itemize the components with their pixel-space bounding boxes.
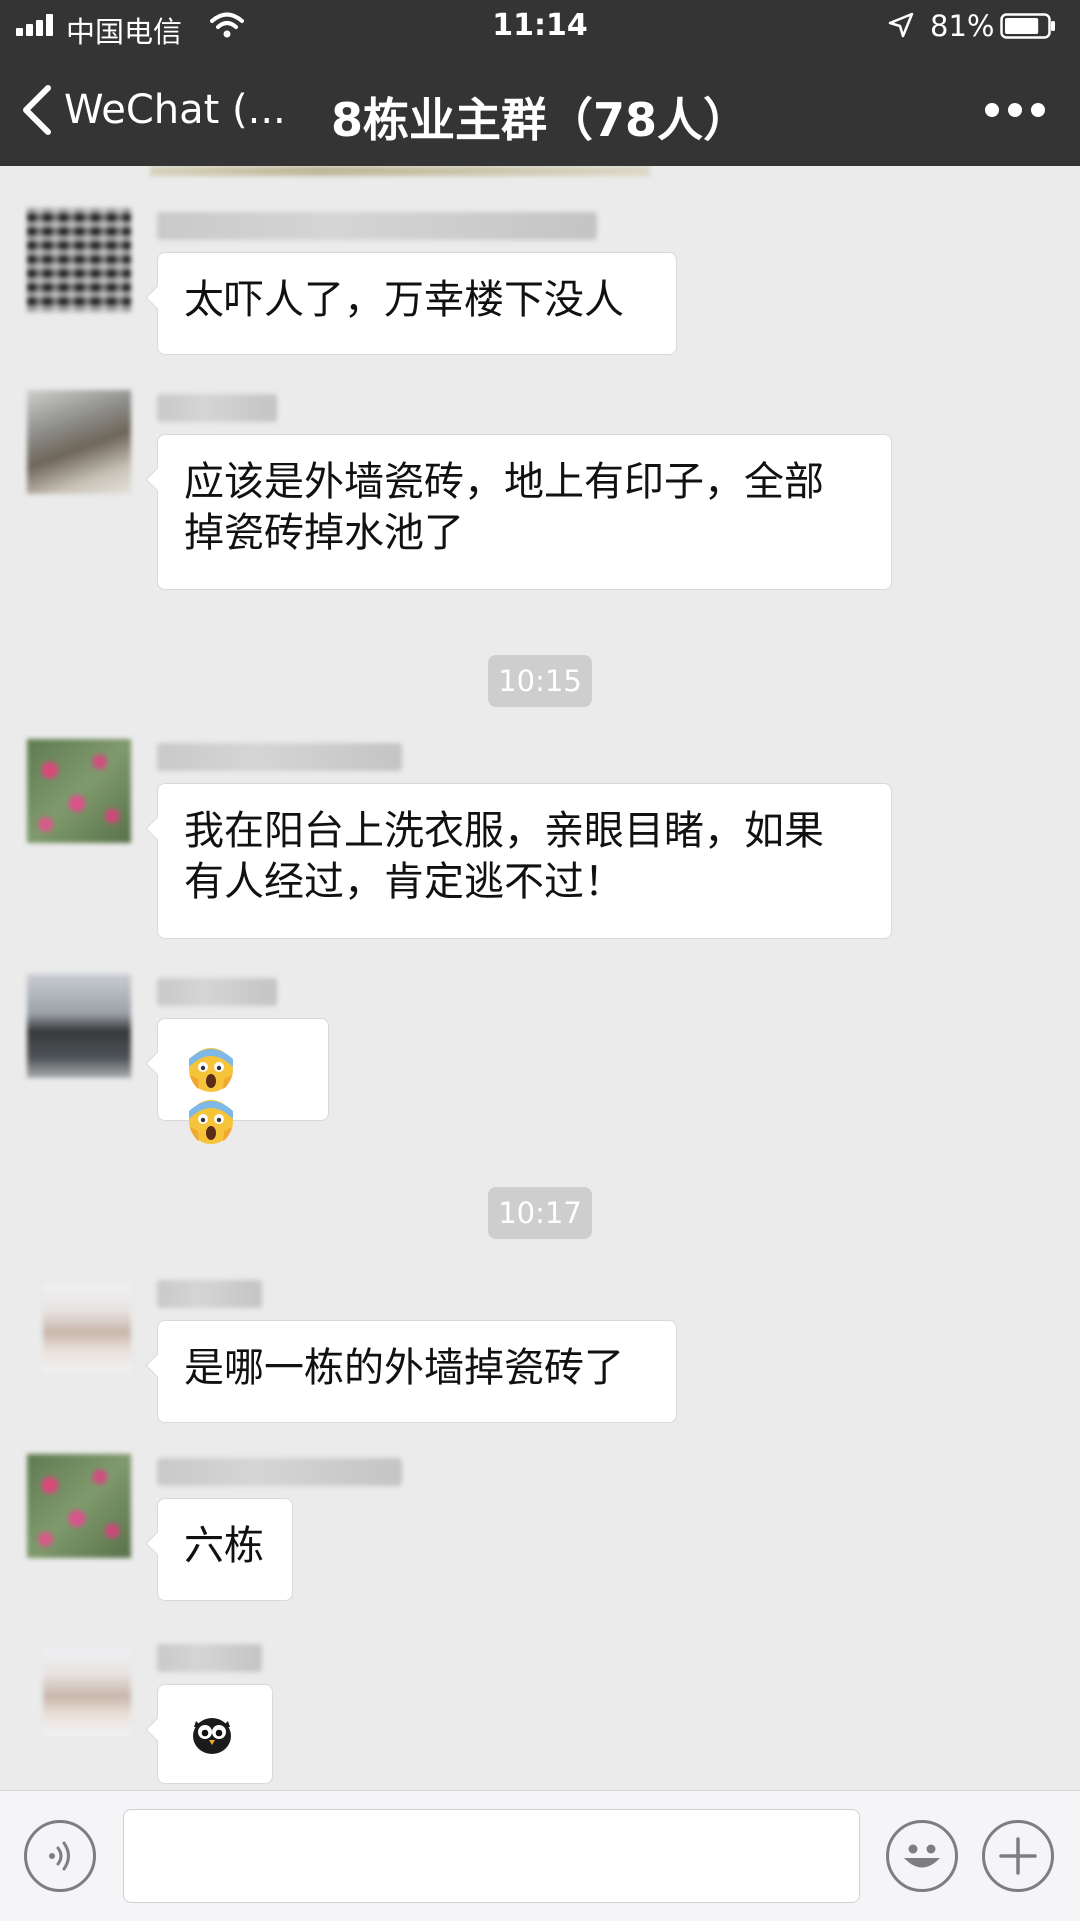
- status-time: 11:14: [492, 8, 588, 43]
- top-bar: 中国电信 11:14 81% WeChat (... 8栋业主群（78人）: [0, 0, 1080, 166]
- dark-person-avatar[interactable]: [27, 974, 131, 1078]
- flowers-avatar[interactable]: [27, 1454, 131, 1558]
- message-text: 是哪一栋的外墙掉瓷砖了: [184, 1345, 624, 1391]
- emoji-button[interactable]: [886, 1820, 958, 1892]
- message-bubble[interactable]: 应该是外墙瓷砖，地上有印子，全部 掉瓷砖掉水池了: [157, 434, 892, 590]
- message-bubble[interactable]: 我在阳台上洗衣服，亲眼目睹，如果 有人经过，肯定逃不过！: [157, 783, 892, 939]
- sender-name-blurred: [157, 1458, 402, 1486]
- screaming-face-emoji: [189, 1048, 233, 1092]
- message-text: 应该是外墙瓷砖，地上有印子，全部: [184, 459, 824, 505]
- sender-name-blurred: [157, 978, 277, 1006]
- message-bubble[interactable]: [157, 1018, 329, 1144]
- girl-avatar[interactable]: [43, 1648, 131, 1736]
- message-bubble[interactable]: 六栋: [157, 1498, 293, 1601]
- owl-sticker: [193, 1718, 231, 1754]
- emoji-icon: [904, 1844, 940, 1868]
- screaming-face-emoji: [189, 1100, 233, 1144]
- message-text: 我在阳台上洗衣服，亲眼目睹，如果: [184, 808, 824, 854]
- nav-bar: WeChat (... 8栋业主群（78人）: [0, 54, 1080, 166]
- message-input[interactable]: [123, 1809, 860, 1903]
- battery-percent: 81%: [930, 9, 995, 43]
- message-text: 有人经过，肯定逃不过！: [184, 859, 624, 905]
- more-button[interactable]: [985, 94, 1045, 126]
- plus-icon: [999, 1837, 1037, 1875]
- input-bar: [0, 1790, 1080, 1921]
- battery-icon: [1000, 13, 1055, 39]
- plus-button[interactable]: [982, 1820, 1054, 1892]
- person-avatar[interactable]: [27, 390, 131, 494]
- voice-icon: [49, 1841, 70, 1871]
- chat-area[interactable]: 太吓人了，万幸楼下没人 应该是外墙瓷砖，地上有印子，全部 掉瓷砖掉水池了 10:…: [0, 166, 1080, 1790]
- sender-name-blurred: [157, 743, 402, 771]
- more-dots-icon: [985, 103, 999, 117]
- message-text: 太吓人了，万幸楼下没人: [184, 277, 624, 323]
- timestamp: 10:17: [488, 1187, 592, 1239]
- message-text: 六栋: [184, 1523, 264, 1569]
- message-bubble[interactable]: 是哪一栋的外墙掉瓷砖了: [157, 1320, 677, 1423]
- sender-name-blurred: [157, 1280, 262, 1308]
- girl-avatar[interactable]: [43, 1284, 131, 1372]
- previous-message-edge: [150, 166, 650, 176]
- message-bubble[interactable]: [157, 1684, 273, 1784]
- message-bubble[interactable]: 太吓人了，万幸楼下没人: [157, 252, 677, 355]
- sender-name-blurred: [157, 394, 277, 422]
- sender-name-blurred: [157, 1644, 262, 1672]
- message-text: 掉瓷砖掉水池了: [184, 510, 464, 556]
- sender-name-blurred: [157, 212, 597, 240]
- qr-code-avatar[interactable]: [27, 208, 131, 312]
- voice-button[interactable]: [24, 1820, 96, 1892]
- timestamp: 10:15: [488, 655, 592, 707]
- chat-title: 8栋业主群（78人）: [330, 93, 750, 147]
- location-arrow-icon: [888, 12, 914, 38]
- flowers-avatar[interactable]: [27, 739, 131, 843]
- status-bar: 中国电信 11:14 81%: [0, 0, 1080, 54]
